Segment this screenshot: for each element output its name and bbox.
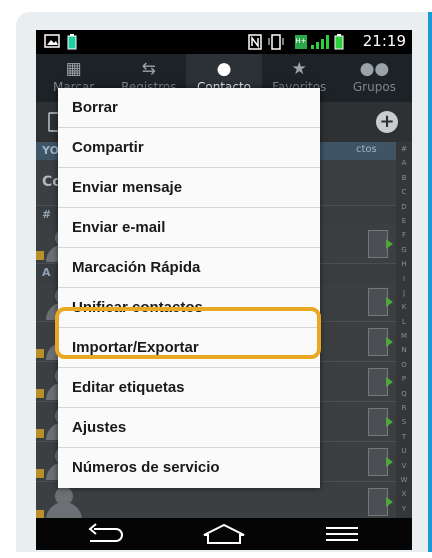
index-letter[interactable]: L [396,315,412,329]
alphabet-index-scrollbar[interactable]: #ABCDEFGHIJKLMNOPQRSTUVWXYZ [396,142,412,527]
person-icon: ● [216,59,232,79]
index-letter[interactable]: P [396,372,412,386]
index-letter[interactable]: N [396,343,412,357]
tab-label: Grupos [352,80,396,94]
call-button[interactable] [368,368,393,396]
status-time: 21:19 [362,32,406,50]
index-letter[interactable]: T [396,430,412,444]
call-button[interactable] [368,288,393,316]
data-icon: H+ [295,35,307,49]
contact-tag [36,429,44,438]
section-hash-label: # [42,208,52,221]
dialpad-icon: ▦ [65,59,82,79]
back-icon[interactable] [76,522,136,546]
index-letter[interactable]: O [396,358,412,372]
battery-icon [334,34,344,50]
svg-text:H+: H+ [295,37,306,45]
menu-item-numeros-de-servicio[interactable]: Números de servicio [58,448,320,488]
options-menu: Borrar Compartir Enviar mensaje Enviar e… [58,88,320,488]
index-letter[interactable]: V [396,459,412,473]
index-letter[interactable]: Q [396,387,412,401]
index-letter[interactable]: U [396,444,412,458]
menu-item-ajustes[interactable]: Ajustes [58,408,320,448]
nfc-icon [248,34,262,50]
star-icon: ★ [291,59,307,79]
call-button[interactable] [368,408,393,436]
call-button[interactable] [368,448,393,476]
menu-item-editar-etiquetas[interactable]: Editar etiquetas [58,368,320,408]
vibrate-icon [268,34,284,50]
signal-icon [311,35,329,49]
battery-saver-icon [67,34,77,50]
index-letter[interactable]: F [396,228,412,242]
index-letter[interactable]: A [396,156,412,170]
index-letter[interactable]: W [396,473,412,487]
add-contact-icon[interactable]: + [376,111,398,133]
index-letter[interactable]: R [396,401,412,415]
call-button[interactable] [368,488,393,516]
index-letter[interactable]: # [396,142,412,156]
index-letter[interactable]: B [396,171,412,185]
call-button[interactable] [368,230,393,258]
contacts-count-label: ctos [356,144,377,155]
menu-item-compartir[interactable]: Compartir [58,128,320,168]
index-letter[interactable]: H [396,257,412,271]
section-a-label: A [42,266,51,279]
index-letter[interactable]: I [396,272,412,286]
status-bar: H+ 21:19 [36,30,412,54]
groups-icon: ●● [359,59,390,79]
menu-item-importar-exportar[interactable]: Importar/Exportar [58,328,320,368]
index-letter[interactable]: D [396,200,412,214]
section-me-label: YO [42,144,59,157]
menu-item-marcacion-rapida[interactable]: Marcación Rápida [58,248,320,288]
index-letter[interactable]: S [396,415,412,429]
index-letter[interactable]: K [396,300,412,314]
contact-tag [36,349,44,358]
frame-accent [428,12,432,552]
call-log-icon: ⇆ [141,59,156,79]
index-letter[interactable]: X [396,487,412,501]
menu-icon[interactable] [312,522,372,546]
avatar [42,484,84,520]
index-letter[interactable]: J [396,286,412,300]
index-letter[interactable]: C [396,185,412,199]
index-letter[interactable]: M [396,329,412,343]
menu-item-enviar-email[interactable]: Enviar e-mail [58,208,320,248]
menu-item-borrar[interactable]: Borrar [58,88,320,128]
menu-item-enviar-mensaje[interactable]: Enviar mensaje [58,168,320,208]
contact-tag [36,469,44,478]
home-icon[interactable] [194,522,254,546]
call-button[interactable] [368,328,393,356]
list-item[interactable] [36,482,396,522]
tab-grupos[interactable]: ●● Grupos [337,54,412,102]
index-letter[interactable]: E [396,214,412,228]
image-icon [44,34,60,48]
contact-tag [36,389,44,398]
index-letter[interactable]: G [396,243,412,257]
index-letter[interactable]: Y [396,502,412,516]
contact-tag [36,251,44,260]
navigation-bar [36,518,412,550]
menu-item-unificar-contactos[interactable]: Unificar contactos [58,288,320,328]
